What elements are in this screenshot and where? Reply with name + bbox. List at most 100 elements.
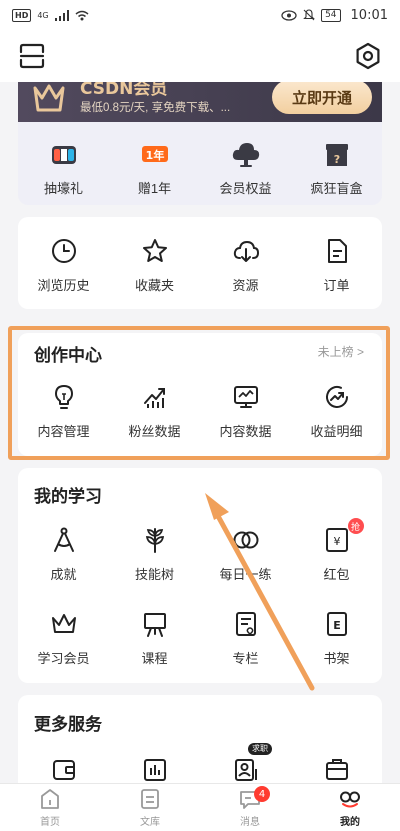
more-row <box>18 755 382 783</box>
easel-icon <box>143 613 166 637</box>
quick-item-label: 浏览历史 <box>37 278 90 293</box>
rings-icon <box>233 531 258 549</box>
study-item-column[interactable]: 专栏 <box>200 610 291 667</box>
clock-icon <box>51 239 76 263</box>
svg-text:?: ? <box>333 153 339 166</box>
wheat-icon <box>145 528 164 553</box>
fans-chart-icon <box>143 388 165 408</box>
vip-items: 抽壕礼 1年 赠1年 会员权益 ? 疯狂盲盒 <box>18 130 382 200</box>
settings-icon[interactable] <box>354 42 382 70</box>
study-row-2: 学习会员 课程 专栏 E 书架 <box>18 610 382 667</box>
quick-item-favorites[interactable]: 收藏夹 <box>109 237 200 294</box>
quick-access-card: 浏览历史 收藏夹 资源 订单 <box>18 217 382 309</box>
study-card: 我的学习 成就 技能树 每日一练 ¥ 抢 红包 学习会员 课程 专栏 E 书架 <box>18 468 382 683</box>
vip-item-year[interactable]: 1年 赠1年 <box>109 130 200 200</box>
job-tag: 求职 <box>248 743 272 755</box>
more-item-job[interactable] <box>200 755 291 783</box>
more-title: 更多服务 <box>34 715 102 734</box>
study-item-vip[interactable]: 学习会员 <box>18 610 109 667</box>
study-item-label: 每日一练 <box>219 567 272 582</box>
quick-row: 浏览历史 收藏夹 资源 订单 <box>18 237 382 294</box>
library-icon <box>141 789 159 809</box>
creation-item-label: 粉丝数据 <box>128 424 181 439</box>
quick-item-resources[interactable]: 资源 <box>200 237 291 294</box>
vip-item-label: 会员权益 <box>219 181 272 196</box>
more-item-hunt[interactable] <box>291 755 382 783</box>
study-item-label: 书架 <box>323 651 350 666</box>
star-icon <box>142 239 167 262</box>
red-packet-icon: ¥ <box>325 528 348 552</box>
nav-messages[interactable]: 4 消息 <box>200 784 300 831</box>
grab-badge: 抢 <box>347 518 364 534</box>
study-item-skilltree[interactable]: 技能树 <box>109 526 200 583</box>
cloud-download-icon <box>233 240 259 262</box>
creation-item-fans[interactable]: 粉丝数据 <box>109 383 200 440</box>
creation-center-card: 创作中心 未上榜 > 内容管理 粉丝数据 内容数据 收益明细 <box>18 333 382 456</box>
bookshelf-icon: E <box>326 612 347 636</box>
creation-row: 内容管理 粉丝数据 内容数据 收益明细 <box>18 383 382 440</box>
more-services-card: 更多服务 <box>18 695 382 795</box>
study-item-achievement[interactable]: 成就 <box>18 526 109 583</box>
svg-text:¥: ¥ <box>333 535 340 548</box>
signal-label: 4G <box>37 10 49 20</box>
vip-card: CSDN会员 最低0.8元/天, 享免费下载、... 立即开通 抽壕礼 1年 赠… <box>18 82 382 205</box>
clock-time: 10:01 <box>350 7 388 23</box>
earnings-icon <box>325 386 348 408</box>
battery-indicator: 54 <box>321 8 341 22</box>
home-icon <box>41 789 59 809</box>
vip-open-button[interactable]: 立即开通 <box>272 82 372 114</box>
study-row-1: 成就 技能树 每日一练 ¥ 抢 红包 <box>18 518 382 583</box>
eye-icon <box>281 9 297 21</box>
stats-icon <box>143 759 166 781</box>
vip-crown-icon <box>33 84 65 112</box>
column-icon <box>235 612 256 636</box>
rank-link[interactable]: 未上榜 > <box>318 343 364 360</box>
compass-icon <box>53 527 74 552</box>
nav-label: 我的 <box>340 817 360 828</box>
creation-item-label: 内容管理 <box>37 424 90 439</box>
mystery-box-icon: ? <box>325 144 348 166</box>
more-item-wallet[interactable] <box>18 755 109 783</box>
message-count-badge: 4 <box>254 786 270 802</box>
creation-item-content-data[interactable]: 内容数据 <box>200 383 291 440</box>
study-item-course[interactable]: 课程 <box>109 610 200 667</box>
study-item-label: 学习会员 <box>37 651 90 666</box>
study-item-redpacket[interactable]: ¥ 抢 红包 <box>291 518 382 583</box>
nav-label: 文库 <box>140 817 160 828</box>
study-title: 我的学习 <box>34 487 102 506</box>
study-item-daily[interactable]: 每日一练 <box>200 526 291 583</box>
vip-item-lottery[interactable]: 抽壕礼 <box>18 130 109 200</box>
gamepad-gift-icon <box>51 146 76 164</box>
nav-home[interactable]: 首页 <box>0 784 100 831</box>
job-icon <box>234 759 257 781</box>
vip-item-blindbox[interactable]: ? 疯狂盲盒 <box>291 130 382 200</box>
quick-item-orders[interactable]: 订单 <box>291 237 382 294</box>
creation-item-label: 内容数据 <box>219 424 272 439</box>
wifi-icon <box>75 10 89 20</box>
quick-item-history[interactable]: 浏览历史 <box>18 237 109 294</box>
study-item-bookshelf[interactable]: E 书架 <box>291 610 382 667</box>
scan-icon[interactable] <box>18 42 46 70</box>
crown-icon <box>51 614 76 633</box>
nav-library[interactable]: 文库 <box>100 784 200 831</box>
vip-item-label: 抽壕礼 <box>43 181 83 196</box>
lightbulb-icon <box>54 385 73 409</box>
signal-icon <box>54 9 69 21</box>
creation-title: 创作中心 <box>34 346 102 365</box>
creation-item-content-manage[interactable]: 内容管理 <box>18 383 109 440</box>
gift-year-icon: 1年 <box>141 146 168 162</box>
nav-label: 首页 <box>40 817 60 828</box>
vip-banner[interactable]: CSDN会员 最低0.8元/天, 享免费下载、... 立即开通 <box>18 82 382 122</box>
study-item-label: 专栏 <box>232 651 259 666</box>
quick-item-label: 订单 <box>323 278 350 293</box>
order-icon <box>327 239 347 263</box>
more-item-stats[interactable] <box>109 755 200 783</box>
bottom-nav: 首页 文库 4 消息 我的 <box>0 783 400 831</box>
creation-item-earnings[interactable]: 收益明细 <box>291 383 382 440</box>
wallet-icon <box>52 760 75 780</box>
quick-item-label: 资源 <box>232 278 259 293</box>
svg-text:E: E <box>333 619 341 632</box>
vip-item-label: 赠1年 <box>137 181 172 196</box>
nav-profile[interactable]: 我的 <box>300 784 400 831</box>
vip-item-benefits[interactable]: 会员权益 <box>200 130 291 200</box>
